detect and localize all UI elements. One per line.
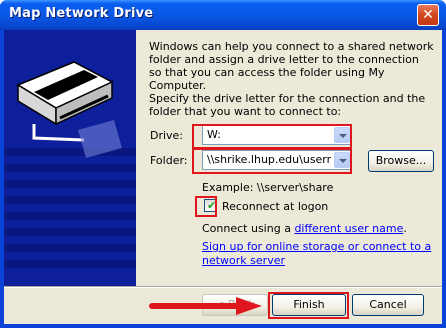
connect-as-suffix: . <box>403 222 407 235</box>
dialog-client-area: Windows can help you connect to a shared… <box>4 30 442 324</box>
red-arrow-icon <box>149 297 262 315</box>
finish-highlight-box <box>268 292 349 319</box>
example-text: Example: \\server\share <box>202 181 334 194</box>
signup-storage-link[interactable]: Sign up for online storage or connect to… <box>202 240 432 268</box>
close-icon: ✕ <box>422 7 434 23</box>
network-drive-icon <box>16 61 122 158</box>
close-button[interactable]: ✕ <box>417 4 439 26</box>
connect-as-prefix: Connect using a <box>202 222 295 235</box>
connect-as-line: Connect using a different user name. <box>202 222 407 235</box>
cancel-button[interactable]: Cancel <box>352 294 424 316</box>
folder-label: Folder: <box>150 154 188 167</box>
browse-button[interactable]: Browse... <box>368 150 434 172</box>
button-separator <box>4 286 442 288</box>
folder-highlight-box <box>192 147 352 174</box>
drive-label: Drive: <box>150 129 184 142</box>
title-bar[interactable]: Map Network Drive ✕ <box>0 0 446 30</box>
window-title: Map Network Drive <box>9 6 154 21</box>
intro-text: Windows can help you connect to a shared… <box>149 40 434 92</box>
checkbox-highlight-box <box>195 196 217 217</box>
instruction-text: Specify the drive letter for the connect… <box>149 92 426 118</box>
reconnect-label[interactable]: Reconnect at logon <box>222 200 328 213</box>
different-user-link[interactable]: different user name <box>294 222 403 235</box>
side-graphic-panel <box>4 30 136 286</box>
